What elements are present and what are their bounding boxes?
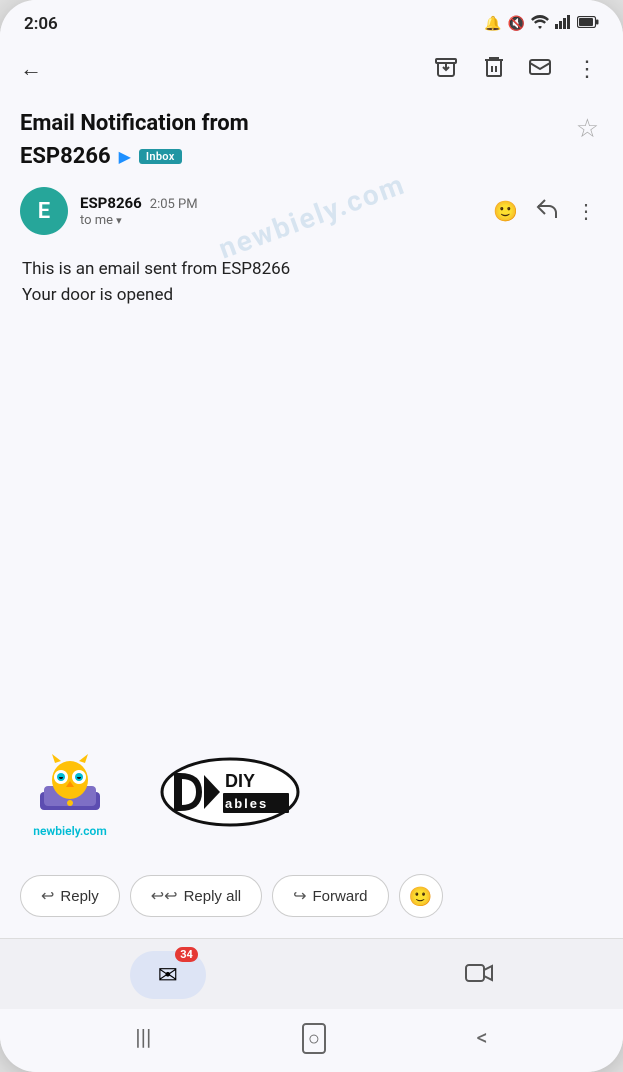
reply-inline-button[interactable] [529, 193, 565, 230]
mail-nav-button[interactable]: ✉ 34 [130, 951, 206, 999]
back-button[interactable]: ← [16, 48, 54, 90]
signal-icon [555, 15, 571, 33]
avatar: E [20, 187, 68, 235]
inbox-badge: Inbox [139, 149, 182, 164]
email-subject-line2: ESP8266 [20, 143, 111, 172]
email-body: This is an email sent from ESP8266 Your … [0, 239, 623, 720]
owl-svg [30, 750, 110, 820]
sender-to[interactable]: to me ▾ [80, 213, 474, 228]
star-button[interactable]: ☆ [572, 110, 603, 148]
reply-all-button[interactable]: ↩↩ Reply all [130, 875, 262, 917]
reply-icon: ↩ [41, 886, 54, 906]
archive-button[interactable] [426, 49, 466, 90]
bottom-nav: ✉ 34 [0, 938, 623, 1009]
sender-name-row: ESP8266 2:05 PM [80, 194, 474, 212]
reply-label: Reply [60, 888, 98, 905]
mail-badge: 34 [175, 947, 198, 962]
reply-button[interactable]: ↩ Reply [20, 875, 120, 917]
diyables-logo: DIY ables ables [160, 757, 300, 831]
email-subject-block: Email Notification from ESP8266 ▶ Inbox [20, 110, 572, 171]
sender-name: ESP8266 [80, 194, 142, 212]
android-nav: ||| ○ < [0, 1009, 623, 1072]
label-button[interactable] [520, 50, 560, 89]
subject-arrow: ▶ [119, 147, 131, 166]
sender-row: E ESP8266 2:05 PM to me ▾ 🙂 ⋮ [0, 175, 623, 239]
email-body-text: This is an email sent from ESP8266 Your … [22, 257, 601, 308]
logo-area: newbiely.com DIY ables ables [0, 720, 623, 858]
email-subject-line1: Email Notification from [20, 110, 572, 139]
more-sender-button[interactable]: ⋮ [569, 193, 603, 229]
phone-frame: newbiely.com 2:06 🔔 🔇 ← [0, 0, 623, 1072]
alarm-icon: 🔔 [484, 16, 501, 32]
email-header: Email Notification from ESP8266 ▶ Inbox … [0, 98, 623, 175]
emoji-reaction-button[interactable]: 🙂 [399, 874, 443, 918]
toolbar-actions: ⋮ [426, 49, 607, 90]
svg-text:ables: ables [225, 796, 268, 811]
forward-icon: ↪ [293, 886, 306, 906]
more-button[interactable]: ⋮ [568, 51, 607, 88]
meet-nav-button[interactable] [465, 961, 493, 989]
forward-label: Forward [313, 888, 368, 905]
status-time: 2:06 [24, 14, 58, 34]
emoji-button[interactable]: 🙂 [486, 193, 525, 229]
forward-button[interactable]: ↪ Forward [272, 875, 388, 917]
status-icons: 🔔 🔇 [484, 15, 599, 33]
video-icon [465, 961, 493, 989]
home-button[interactable]: ○ [302, 1023, 326, 1054]
sender-info: ESP8266 2:05 PM to me ▾ [80, 194, 474, 228]
diyables-svg: DIY ables ables [160, 757, 300, 827]
battery-icon [577, 16, 599, 32]
reply-all-icon: ↩↩ [151, 886, 178, 906]
mail-icon: ✉ [158, 961, 178, 989]
sender-time: 2:05 PM [150, 197, 198, 212]
sender-actions: 🙂 ⋮ [486, 193, 603, 230]
recents-button[interactable]: ||| [135, 1026, 151, 1051]
newbiely-logo: newbiely.com [30, 750, 110, 838]
svg-text:DIY: DIY [225, 771, 255, 791]
back-nav-button[interactable]: < [477, 1026, 488, 1051]
email-body-line1: This is an email sent from ESP8266 [22, 259, 290, 279]
reply-all-label: Reply all [184, 888, 242, 905]
wifi-icon [531, 15, 549, 33]
mute-icon: 🔇 [508, 16, 525, 32]
expand-recipients-icon: ▾ [116, 214, 122, 227]
action-buttons: ↩ Reply ↩↩ Reply all ↪ Forward 🙂 [0, 858, 623, 938]
email-subject-row2: ESP8266 ▶ Inbox [20, 143, 572, 172]
toolbar: ← ⋮ [0, 40, 623, 98]
newbiely-label: newbiely.com [33, 824, 107, 838]
status-bar: 2:06 🔔 🔇 [0, 0, 623, 40]
delete-button[interactable] [474, 49, 512, 90]
email-body-line2: Your door is opened [22, 285, 173, 305]
